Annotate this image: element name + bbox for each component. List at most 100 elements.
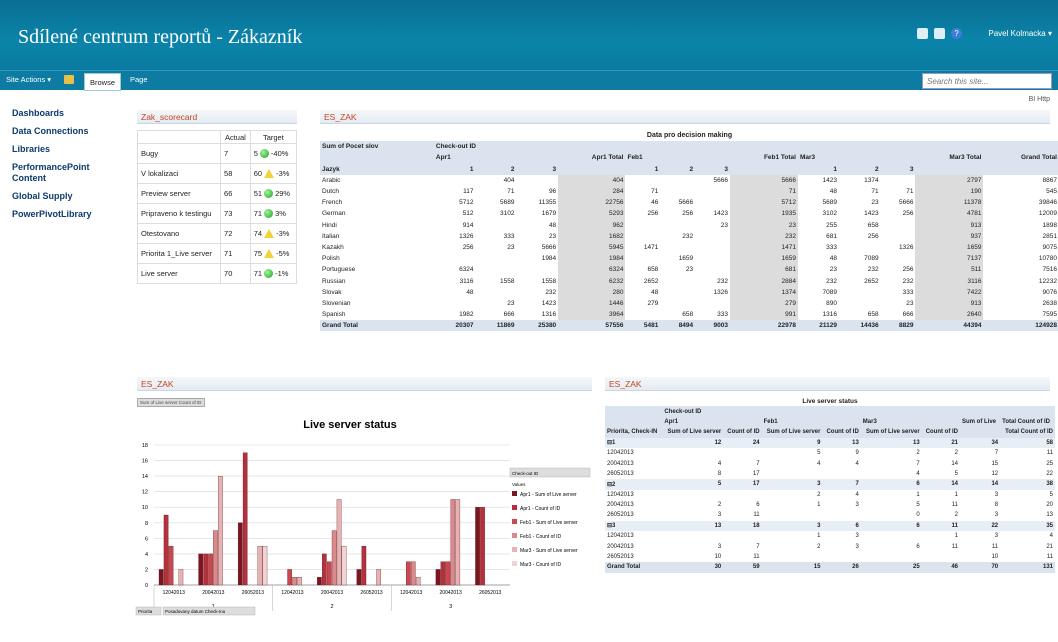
y-tick-label: 10 (142, 505, 148, 511)
chart-webpart-title[interactable]: ES_ZAK (137, 377, 592, 391)
status-cell: 17 (752, 470, 760, 477)
nav-item-powerpivot[interactable]: PowerPivotLibrary (12, 209, 122, 220)
y-tick-label: 0 (145, 583, 148, 589)
scorecard-kpi-name[interactable]: V lokalizaci (136, 163, 222, 184)
status-col-header: Count of ID (921, 427, 961, 438)
chart-bar (445, 561, 451, 586)
scorecard-kpi-name[interactable]: Preview server (136, 183, 222, 204)
chart-bar (168, 545, 174, 586)
tag-icon[interactable] (917, 28, 928, 39)
scorecard-title[interactable]: Zak_scorecard (137, 110, 297, 124)
status-cell: 59 (723, 562, 762, 573)
pivot-cell: 2884 (730, 275, 798, 287)
pivot-cell: 48 (829, 255, 837, 263)
pivot-cell: 280 (558, 286, 626, 298)
pivot-cell: 1898 (1042, 221, 1057, 229)
scorecard-kpi-name[interactable]: Priorita 1_Live server (136, 243, 222, 264)
pivot-cell: 39846 (1038, 199, 1057, 207)
chart-bar (415, 577, 421, 586)
user-menu[interactable]: Pavel Kolmacka ▾ (988, 29, 1052, 38)
status-group-row[interactable]: ⊟1 12 24 9 13 13 21 34 58 (605, 437, 1055, 448)
pivot-cell (625, 309, 660, 320)
status-cell (861, 531, 922, 541)
chart-bar (440, 561, 446, 586)
pivot-cell: 20307 (433, 320, 476, 332)
pivot-cell: 9075 (1042, 243, 1057, 251)
notes-icon[interactable] (934, 28, 945, 39)
pivot-group-header: Grand Total (983, 152, 1058, 164)
pivot-row-label: Russian (322, 277, 346, 285)
pivot-subcol: 2 (660, 163, 696, 175)
scorecard-actual: 72 (220, 223, 251, 244)
folder-icon[interactable] (64, 75, 74, 84)
chart-bar (450, 499, 456, 586)
legend-swatch (512, 491, 517, 496)
status-row: 20042013 2 6 1 3 5 11 8 20 (605, 500, 1055, 510)
status-cell: 4 (817, 460, 821, 467)
scorecard-header-blank (136, 130, 222, 144)
target-value: 74 (253, 228, 263, 238)
status-group-feb1: Feb1 (761, 416, 861, 428)
pivot-cell: 6324 (558, 264, 626, 276)
chart-title: Live server status (303, 419, 397, 431)
pivot-cell: 8494 (660, 320, 696, 332)
nav-item-performancepoint[interactable]: PerformancePoint Content (12, 162, 122, 184)
scorecard-target: 71 3% (249, 203, 298, 224)
status-group-row[interactable]: ⊟3 13 18 3 6 6 11 22 35 (605, 520, 1055, 532)
pivot-subcol-total (558, 163, 626, 175)
status-cell: 5 (916, 502, 920, 509)
nav-item-data-connections[interactable]: Data Connections (12, 126, 122, 137)
pivot-cell: 666 (503, 311, 515, 319)
pivot-cell (517, 264, 559, 275)
status-row-label: ⊟1 (605, 437, 663, 448)
status-cell: 6 (916, 543, 920, 550)
nav-item-libraries[interactable]: Libraries (12, 144, 122, 155)
bi-http-link[interactable]: BI Http (1029, 96, 1050, 103)
pivot-cell: 2797 (915, 174, 984, 186)
pivot-grand-total-row: Grand Total 20307 11869 25380 57556 5481 8494 9… (320, 320, 1058, 332)
scorecard-kpi-name[interactable]: Pripraveno k testingu (136, 203, 222, 224)
status-group-row[interactable]: ⊟2 5 17 3 7 6 14 14 38 (605, 479, 1055, 490)
pivot-col-field[interactable]: Check-out ID (433, 141, 1058, 153)
tab-page[interactable]: Page (130, 75, 148, 84)
status-row: 20042013 4 7 4 4 7 14 15 25 (605, 458, 1055, 468)
target-variance: -1% (275, 268, 289, 278)
status-row-label: 20042013 (607, 543, 634, 550)
pivot-cell: 991 (730, 309, 798, 321)
pivot-cell: 7422 (915, 286, 984, 298)
chart-bar (455, 499, 461, 586)
pivot-row-label: Italian (322, 232, 340, 240)
list-webpart-title[interactable]: ES_ZAK (605, 377, 1050, 391)
site-actions-menu[interactable]: Site Actions ▾ (6, 75, 51, 84)
scorecard-row: V lokalizaci 58 60 -3% (136, 163, 298, 184)
status-cell (723, 448, 761, 458)
status-cell: 11 (1046, 450, 1053, 457)
pivot-row-field[interactable]: Jazyk (320, 163, 434, 175)
status-col-field[interactable]: Check-out ID (662, 406, 1055, 417)
pivot-cell: 279 (647, 299, 659, 307)
pivot-row: German 512 3102 1679 5293 256 256 1423 1935 3102 1… (320, 208, 1058, 220)
pivot-measure: Sum of Pocet slov (320, 141, 434, 153)
scorecard-kpi-name[interactable]: Otestovano (136, 223, 222, 244)
scorecard-kpi-name[interactable]: Live server (136, 263, 222, 284)
pivot-title[interactable]: ES_ZAK (320, 110, 1050, 124)
search-input[interactable]: Search this site... (922, 73, 1052, 89)
pivot-cell: 8867 (1042, 176, 1057, 184)
status-col-header[interactable]: Priorita, Check-IN (605, 427, 663, 438)
nav-item-global-supply[interactable]: Global Supply (12, 191, 122, 202)
status-row: 12042013 1 3 1 3 4 (605, 531, 1055, 541)
pivot-cell: 71 (906, 188, 914, 196)
pivot-cell: 12009 (1038, 210, 1057, 218)
pivot-cell: 48 (548, 221, 557, 229)
status-cell: 13 (860, 437, 922, 448)
help-icon[interactable]: ? (951, 28, 962, 39)
pivot-cell (881, 253, 916, 264)
pivot-cell: 333 (503, 232, 515, 240)
tab-browse[interactable]: Browse (84, 73, 122, 91)
pivot-cell (839, 298, 881, 309)
nav-item-dashboards[interactable]: Dashboards (12, 108, 122, 119)
scorecard-kpi-name[interactable]: Bugy (136, 143, 222, 164)
pivot-cell (660, 298, 695, 309)
pivot-cell: 1316 (822, 311, 837, 319)
site-title[interactable]: Sdílené centrum reportů - Zákazník (18, 26, 302, 49)
